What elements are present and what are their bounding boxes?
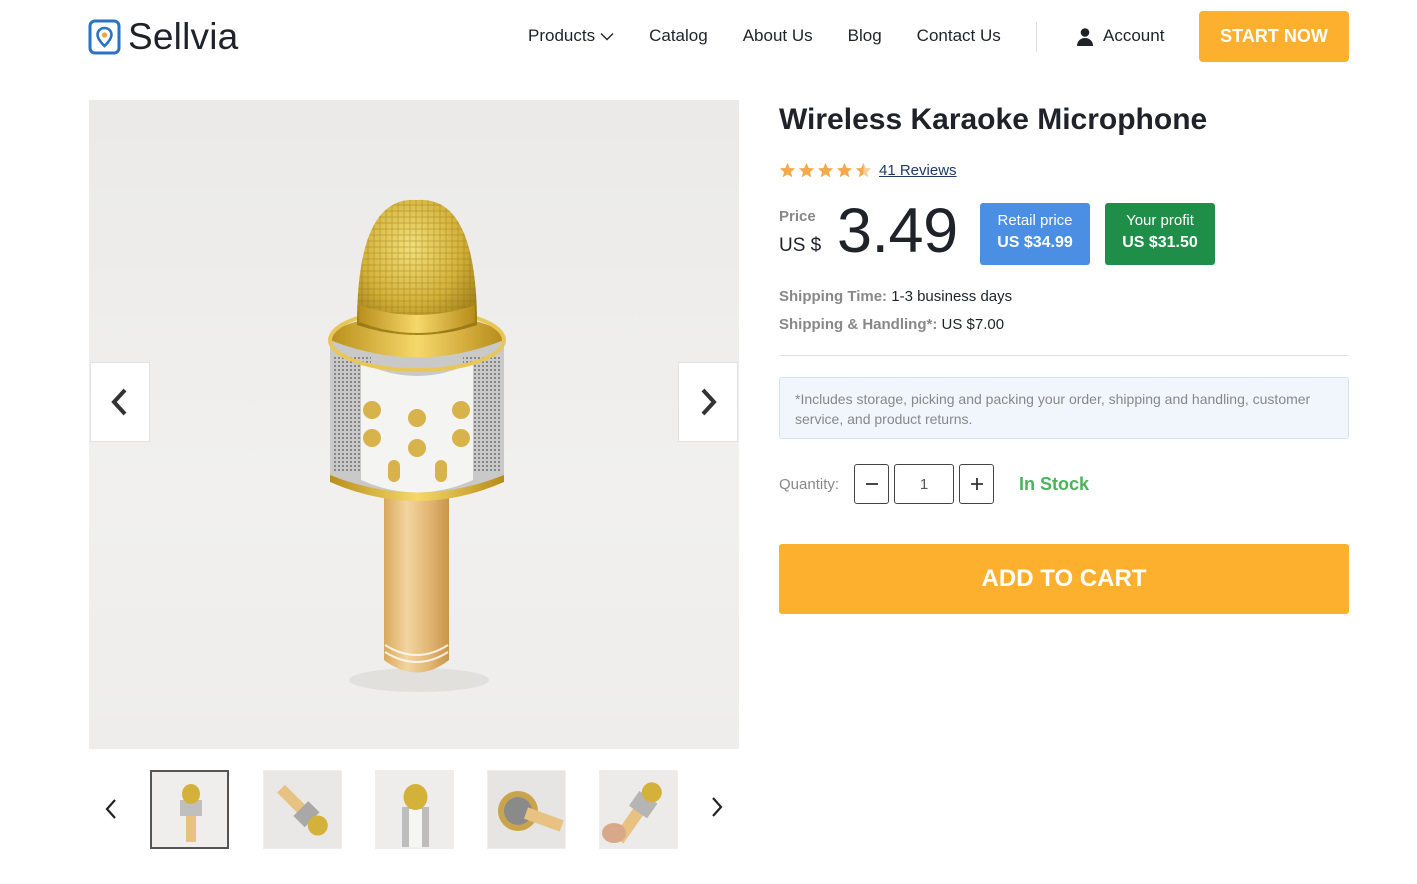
thumbnail-1[interactable]: [150, 770, 229, 849]
star-icon: [779, 162, 796, 178]
nav-label: Contact Us: [916, 26, 1001, 45]
nav-products[interactable]: Products: [528, 26, 614, 46]
thumbnail-image: [264, 771, 341, 848]
shipping-time-row: Shipping Time: 1-3 business days: [779, 288, 1012, 305]
quantity-decrease-button[interactable]: [854, 464, 889, 504]
product-title: Wireless Karaoke Microphone: [779, 103, 1208, 136]
nav-label: Catalog: [649, 26, 708, 45]
nav-blog[interactable]: Blog: [848, 26, 882, 46]
star-icon: [836, 162, 853, 178]
thumbnail-image: [600, 771, 677, 848]
profit-value: US $31.50: [1122, 234, 1198, 251]
add-to-cart-button[interactable]: ADD TO CART: [779, 544, 1349, 614]
nav-contact-us[interactable]: Contact Us: [917, 26, 1001, 46]
shipping-handling-label: Shipping & Handling*:: [779, 316, 938, 333]
star-icon: [817, 162, 834, 178]
stock-status: In Stock: [1019, 474, 1090, 494]
star-icon: [798, 162, 815, 178]
chevron-right-icon: [701, 388, 717, 416]
thumbnails-prev-icon[interactable]: [104, 798, 118, 820]
shipping-handling-value: US $7.00: [941, 316, 1005, 333]
price-label: Price: [779, 208, 816, 225]
thumbnail-strip: [89, 770, 739, 850]
price-currency: US $: [779, 235, 822, 256]
shipping-note: *Includes storage, picking and packing y…: [779, 377, 1349, 439]
nav-label: Blog: [847, 26, 882, 45]
profit-label: Your profit: [1126, 212, 1194, 229]
quantity-increase-button[interactable]: [959, 464, 994, 504]
reviews-link[interactable]: 41 Reviews: [879, 162, 957, 179]
shipping-time-value: 1-3 business days: [891, 288, 1013, 305]
thumbnail-image: [152, 772, 227, 847]
nav-label: Products: [528, 26, 596, 45]
retail-price-value: US $34.99: [997, 234, 1073, 251]
profit-badge: Your profit US $31.50: [1105, 203, 1215, 265]
details-divider: [779, 355, 1349, 356]
account-label: Account: [1103, 26, 1165, 45]
nav-catalog[interactable]: Catalog: [649, 26, 708, 46]
shipping-handling-row: Shipping & Handling*: US $7.00: [779, 316, 1004, 333]
quantity-label: Quantity:: [779, 476, 840, 493]
start-now-button[interactable]: START NOW: [1199, 11, 1349, 62]
thumbnail-image: [488, 771, 565, 848]
nav-divider: [1036, 22, 1037, 52]
location-pin-logo-icon: [88, 19, 121, 55]
thumbnails-next-icon[interactable]: [710, 796, 724, 818]
brand-logo[interactable]: Sellvia: [88, 18, 238, 56]
gallery-next-button[interactable]: [678, 362, 738, 442]
plus-icon: [970, 478, 983, 490]
nav-label: About Us: [742, 26, 813, 45]
thumbnail-4[interactable]: [487, 770, 566, 849]
site-header: Sellvia Products Catalog About Us Blog C…: [0, 0, 1417, 74]
account-link[interactable]: Account: [1076, 26, 1164, 46]
price-value: 3.49: [837, 196, 958, 266]
minus-icon: [865, 483, 878, 485]
microphone-image: [328, 199, 506, 692]
gallery-prev-button[interactable]: [90, 362, 150, 442]
thumbnail-3[interactable]: [375, 770, 454, 849]
half-star-icon: [855, 162, 872, 178]
brand-name: Sellvia: [128, 16, 239, 57]
retail-price-badge: Retail price US $34.99: [980, 203, 1090, 265]
thumbnail-2[interactable]: [263, 770, 342, 849]
user-icon: [1077, 27, 1093, 46]
rating-stars: [779, 162, 874, 179]
chevron-down-icon: [600, 32, 614, 40]
chevron-left-icon: [111, 388, 127, 416]
thumbnail-5[interactable]: [599, 770, 678, 849]
retail-price-label: Retail price: [997, 212, 1073, 229]
nav-about-us[interactable]: About Us: [743, 26, 813, 46]
quantity-input[interactable]: [894, 464, 954, 504]
main-nav: Products Catalog About Us Blog Contact U…: [528, 26, 1036, 46]
product-main-image[interactable]: [89, 100, 739, 749]
thumbnail-image: [376, 771, 453, 848]
shipping-time-label: Shipping Time:: [779, 288, 888, 305]
